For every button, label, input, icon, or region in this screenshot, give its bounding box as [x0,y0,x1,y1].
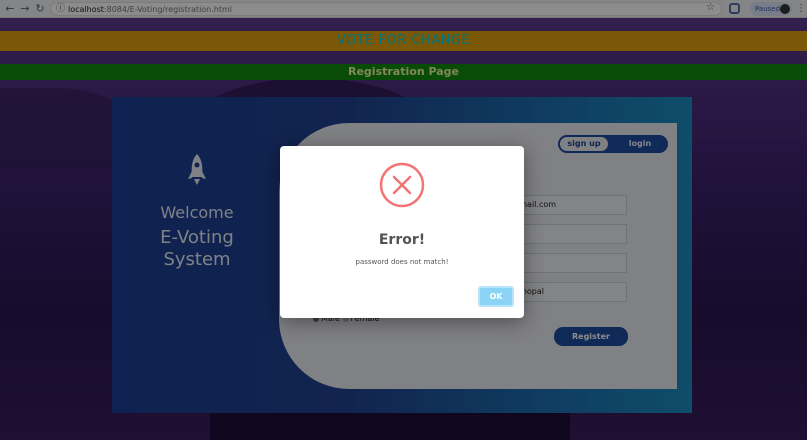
dialog-message: password does not match! [355,258,449,266]
error-dialog: Error! password does not match! OK [280,146,524,318]
ok-button[interactable]: OK [478,286,514,307]
dialog-title: Error! [378,232,426,248]
error-x-icon [379,162,425,208]
